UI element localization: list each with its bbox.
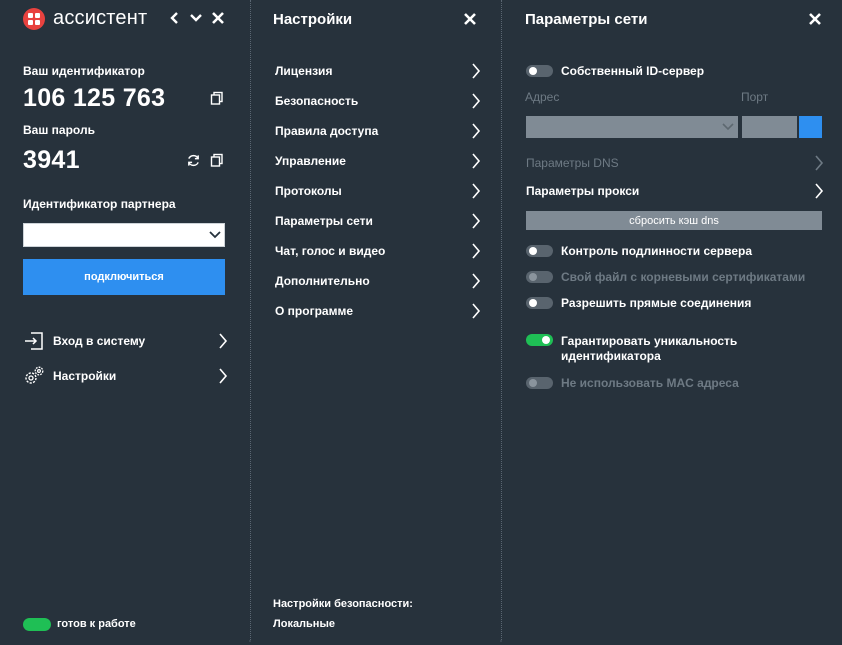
- chevron-right-icon: [472, 183, 481, 199]
- server-auth-label: Контроль подлинности сервера: [561, 244, 753, 258]
- gear-icon: [25, 366, 44, 384]
- network-panel: Параметры сети Собственный ID-сервер Адр…: [502, 0, 842, 645]
- chevron-right-icon: [472, 303, 481, 319]
- menu-item-advanced[interactable]: Дополнительно: [275, 270, 481, 292]
- reset-dns-cache-button[interactable]: сбросить кэш dns: [526, 211, 822, 230]
- menu-item-security-label: Безопасность: [275, 94, 359, 108]
- settings-title: Настройки: [273, 11, 353, 28]
- chevron-right-icon: [815, 155, 824, 171]
- chevron-right-icon: [472, 153, 481, 169]
- refresh-icon[interactable]: [186, 153, 201, 168]
- custom-root-cert-label: Свой файл с корневыми сертификатами: [561, 270, 806, 284]
- no-mac-label: Не использовать MAC адреса: [561, 376, 739, 390]
- close-icon[interactable]: [210, 10, 226, 26]
- chevron-down-icon: [722, 123, 734, 131]
- dns-settings-label: Параметры DNS: [526, 156, 619, 170]
- your-id-label: Ваш идентификатор: [23, 64, 145, 78]
- no-mac-toggle[interactable]: [526, 377, 553, 389]
- nav-item-settings[interactable]: Настройки: [23, 365, 228, 387]
- login-icon: [25, 332, 43, 350]
- chevron-right-icon: [472, 93, 481, 109]
- chevron-right-icon: [472, 63, 481, 79]
- chevron-right-icon: [472, 243, 481, 259]
- menu-item-advanced-label: Дополнительно: [275, 274, 370, 288]
- own-server-label: Собственный ID-сервер: [561, 64, 705, 78]
- nav-item-login[interactable]: Вход в систему: [23, 330, 228, 352]
- copy-password-icon[interactable]: [210, 153, 224, 167]
- menu-item-network[interactable]: Параметры сети: [275, 210, 481, 232]
- unique-id-toggle[interactable]: [526, 334, 553, 346]
- server-auth-toggle[interactable]: [526, 245, 553, 257]
- menu-item-security[interactable]: Безопасность: [275, 90, 481, 112]
- partner-id-input[interactable]: [23, 223, 225, 247]
- unique-id-label: Гарантировать уникальность идентификатор…: [561, 334, 738, 363]
- connect-button[interactable]: подключиться: [23, 259, 225, 295]
- status-text: готов к работе: [57, 618, 136, 630]
- security-settings-value: Локальные: [273, 618, 335, 630]
- close-network-icon[interactable]: [808, 12, 822, 26]
- menu-item-control-label: Управление: [275, 154, 346, 168]
- collapse-chevron-icon[interactable]: [188, 10, 204, 26]
- proxy-settings-label: Параметры прокси: [526, 184, 640, 198]
- address-select[interactable]: [526, 116, 738, 138]
- chevron-right-icon: [472, 123, 481, 139]
- status-indicator: [23, 618, 51, 631]
- menu-item-access-rules[interactable]: Правила доступа: [275, 120, 481, 142]
- chevron-right-icon: [472, 213, 481, 229]
- port-input[interactable]: [742, 116, 797, 138]
- dns-settings-row[interactable]: Параметры DNS: [526, 153, 824, 173]
- security-settings-label: Настройки безопасности:: [273, 598, 413, 610]
- menu-item-about[interactable]: О программе: [275, 300, 481, 322]
- main-panel: ассистент Ваш идентификатор 106 125 763 …: [0, 0, 249, 645]
- chevron-right-icon: [815, 183, 824, 199]
- your-id-value: 106 125 763: [23, 84, 166, 112]
- menu-item-protocols-label: Протоколы: [275, 184, 342, 198]
- menu-item-chat-voice-video[interactable]: Чат, голос и видео: [275, 240, 481, 262]
- custom-root-cert-toggle[interactable]: [526, 271, 553, 283]
- menu-item-about-label: О программе: [275, 304, 354, 318]
- apply-port-button[interactable]: [799, 116, 822, 138]
- partner-id-label: Идентификатор партнера: [23, 197, 176, 211]
- direct-connections-label: Разрешить прямые соединения: [561, 296, 752, 310]
- network-title: Параметры сети: [525, 11, 648, 28]
- settings-panel: Настройки Лицензия Безопасность Правила …: [251, 0, 500, 645]
- menu-item-protocols[interactable]: Протоколы: [275, 180, 481, 202]
- menu-item-access-rules-label: Правила доступа: [275, 124, 379, 138]
- own-server-toggle[interactable]: [526, 65, 553, 77]
- address-label: Адрес: [525, 90, 560, 104]
- menu-item-chat-voice-video-label: Чат, голос и видео: [275, 244, 386, 258]
- nav-item-login-label: Вход в систему: [53, 334, 146, 348]
- chevron-down-icon: [209, 231, 221, 239]
- menu-item-license[interactable]: Лицензия: [275, 60, 481, 82]
- port-label: Порт: [741, 90, 769, 104]
- your-password-value: 3941: [23, 146, 80, 174]
- menu-item-network-label: Параметры сети: [275, 214, 373, 228]
- app-title: ассистент: [53, 7, 148, 29]
- close-settings-icon[interactable]: [463, 12, 477, 26]
- chevron-right-icon: [219, 368, 228, 384]
- chevron-right-icon: [219, 333, 228, 349]
- proxy-settings-row[interactable]: Параметры прокси: [526, 181, 824, 201]
- your-password-label: Ваш пароль: [23, 123, 95, 137]
- menu-item-license-label: Лицензия: [275, 64, 333, 78]
- copy-id-icon[interactable]: [210, 91, 224, 105]
- direct-connections-toggle[interactable]: [526, 297, 553, 309]
- chevron-right-icon: [472, 273, 481, 289]
- back-chevron-icon[interactable]: [167, 10, 183, 26]
- app-logo-icon: [23, 8, 45, 30]
- nav-item-settings-label: Настройки: [53, 369, 117, 383]
- menu-item-control[interactable]: Управление: [275, 150, 481, 172]
